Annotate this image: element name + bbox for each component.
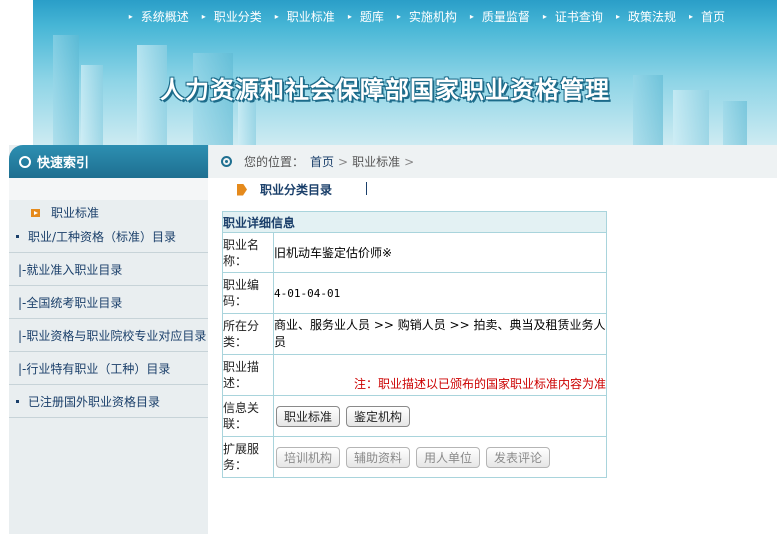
field-label: 信息关联： <box>222 395 274 437</box>
occupation-name: 旧机动车鉴定估价师※ <box>273 232 607 273</box>
nav-item-certificate[interactable]: ▸ 证书查询 <box>543 8 603 25</box>
arrow-box-icon <box>31 208 40 217</box>
banner-title: 人力资源和社会保障部国家职业资格管理 <box>160 76 610 104</box>
nav-item-label: 政策法规 <box>627 9 676 24</box>
building <box>673 90 709 145</box>
sidebar-item-foreign[interactable]: 已注册国外职业资格目录 <box>9 385 208 418</box>
triangle-bullet-icon: ▸ <box>615 11 620 21</box>
triangle-bullet-icon: ▸ <box>274 11 279 21</box>
occupation-detail-table: 职业详细信息 职业名称： 旧机动车鉴定估价师※ 职业编码： 4-01-04-01… <box>222 211 607 478</box>
table-header: 职业详细信息 <box>222 211 607 233</box>
ring-icon <box>19 155 31 168</box>
breadcrumb-home-link[interactable]: 首页 <box>310 153 334 170</box>
field-label: 扩展服务： <box>222 436 274 478</box>
sidebar-item-label: |-全国统考职业目录 <box>18 295 123 310</box>
sidebar-item-label: 职业/工种资格（标准）目录 <box>28 229 177 244</box>
training-button[interactable]: 培训机构 <box>276 446 341 468</box>
sidebar-link-standards[interactable]: 职业标准 <box>31 204 99 221</box>
sidebar-item-label: |-行业特有职业（工种）目录 <box>18 361 171 376</box>
sidebar-title: 快速索引 <box>37 156 90 171</box>
nav-item-classification[interactable]: ▸ 职业分类 <box>202 8 262 25</box>
standards-button[interactable]: 职业标准 <box>276 405 341 427</box>
triangle-bullet-icon: ▸ <box>128 11 133 21</box>
nav-item-quality[interactable]: ▸ 质量监督 <box>470 8 530 25</box>
sidebar-link-label: 职业标准 <box>51 206 100 220</box>
sidebar-item-catalog[interactable]: 职业/工种资格（标准）目录 <box>9 220 208 253</box>
breadcrumb-current-link[interactable]: 职业标准 <box>352 153 400 170</box>
breadcrumb-separator: > <box>338 154 349 169</box>
pencil-icon <box>237 183 247 196</box>
section-divider <box>366 182 367 195</box>
nav-item-question-bank[interactable]: ▸ 题库 <box>348 8 384 25</box>
triangle-bullet-icon: ▸ <box>347 11 352 21</box>
top-navigation: ▸ 系统概述 ▸ 职业分类 ▸ 职业标准 ▸ 题库 ▸ 实施机构 ▸ 质量监督 ▸ 证书查询 … <box>33 0 777 32</box>
breadcrumb-label: 您的位置： <box>244 155 305 169</box>
sidebar-item-vocational-mapping[interactable]: |-职业资格与职业院校专业对应目录 <box>9 319 208 352</box>
triangle-bullet-icon: ▸ <box>396 11 401 21</box>
triangle-bullet-icon: ▸ <box>688 11 693 21</box>
description-note: 注：职业描述以已颁布的国家职业标准内容为准 <box>353 377 606 391</box>
sidebar-item-label: |-职业资格与职业院校专业对应目录 <box>18 328 207 343</box>
employer-button[interactable]: 用人单位 <box>416 446 481 468</box>
nav-item-label: 首页 <box>700 9 725 24</box>
nav-item-standards[interactable]: ▸ 职业标准 <box>275 8 335 25</box>
occupation-category: 商业、服务业人员 >> 购销人员 >> 拍卖、典当及租赁业务人员 <box>273 313 607 355</box>
location-target-icon <box>221 156 232 167</box>
triangle-bullet-icon: ▸ <box>469 11 474 21</box>
nav-item-label: 证书查询 <box>554 9 603 24</box>
nav-item-home[interactable]: ▸ 首页 <box>689 8 725 25</box>
sidebar-header: 快速索引 <box>9 145 208 178</box>
field-label: 职业编码： <box>222 272 274 314</box>
sidebar: 快速索引 职业标准 职业/工种资格（标准）目录 |-就业准入职业目录 |-全国统… <box>9 145 208 534</box>
breadcrumb-separator: > <box>404 154 415 169</box>
nav-item-label: 题库 <box>359 9 384 24</box>
banner: ▸ 系统概述 ▸ 职业分类 ▸ 职业标准 ▸ 题库 ▸ 实施机构 ▸ 质量监督 ▸ 证书查询 … <box>0 0 777 145</box>
sidebar-item-access[interactable]: |-就业准入职业目录 <box>9 253 208 286</box>
nav-item-overview[interactable]: ▸ 系统概述 <box>129 8 189 25</box>
field-label: 所在分类： <box>222 313 274 355</box>
sidebar-item-label: 已注册国外职业资格目录 <box>28 394 161 409</box>
nav-item-policy[interactable]: ▸ 政策法规 <box>616 8 676 25</box>
sidebar-item-national-exam[interactable]: |-全国统考职业目录 <box>9 286 208 319</box>
comment-button[interactable]: 发表评论 <box>486 446 551 468</box>
field-label: 职业名称： <box>222 232 274 273</box>
building <box>53 35 79 145</box>
section-title: 职业分类目录 <box>260 183 333 197</box>
materials-button[interactable]: 辅助资料 <box>346 446 411 468</box>
building <box>723 101 747 145</box>
sidebar-item-industry[interactable]: |-行业特有职业（工种）目录 <box>9 352 208 385</box>
nav-item-institutions[interactable]: ▸ 实施机构 <box>397 8 457 25</box>
nav-item-label: 实施机构 <box>408 9 457 24</box>
nav-item-label: 质量监督 <box>481 9 530 24</box>
field-label: 职业描述： <box>222 354 274 396</box>
bullet-icon <box>16 399 19 403</box>
nav-item-label: 系统概述 <box>140 9 189 24</box>
section-heading: 职业分类目录 <box>237 181 332 198</box>
triangle-bullet-icon: ▸ <box>201 11 206 21</box>
institution-button[interactable]: 鉴定机构 <box>346 405 411 427</box>
building <box>633 75 663 145</box>
breadcrumb: 您的位置： 首页 > 职业标准 > <box>208 145 777 178</box>
building <box>81 65 103 145</box>
occupation-code: 4-01-04-01 <box>273 272 607 314</box>
triangle-bullet-icon: ▸ <box>542 11 547 21</box>
bullet-icon <box>16 234 19 238</box>
nav-item-label: 职业分类 <box>213 9 262 24</box>
sidebar-subheader <box>9 178 208 200</box>
sidebar-item-label: |-就业准入职业目录 <box>18 262 123 277</box>
nav-item-label: 职业标准 <box>286 9 335 24</box>
